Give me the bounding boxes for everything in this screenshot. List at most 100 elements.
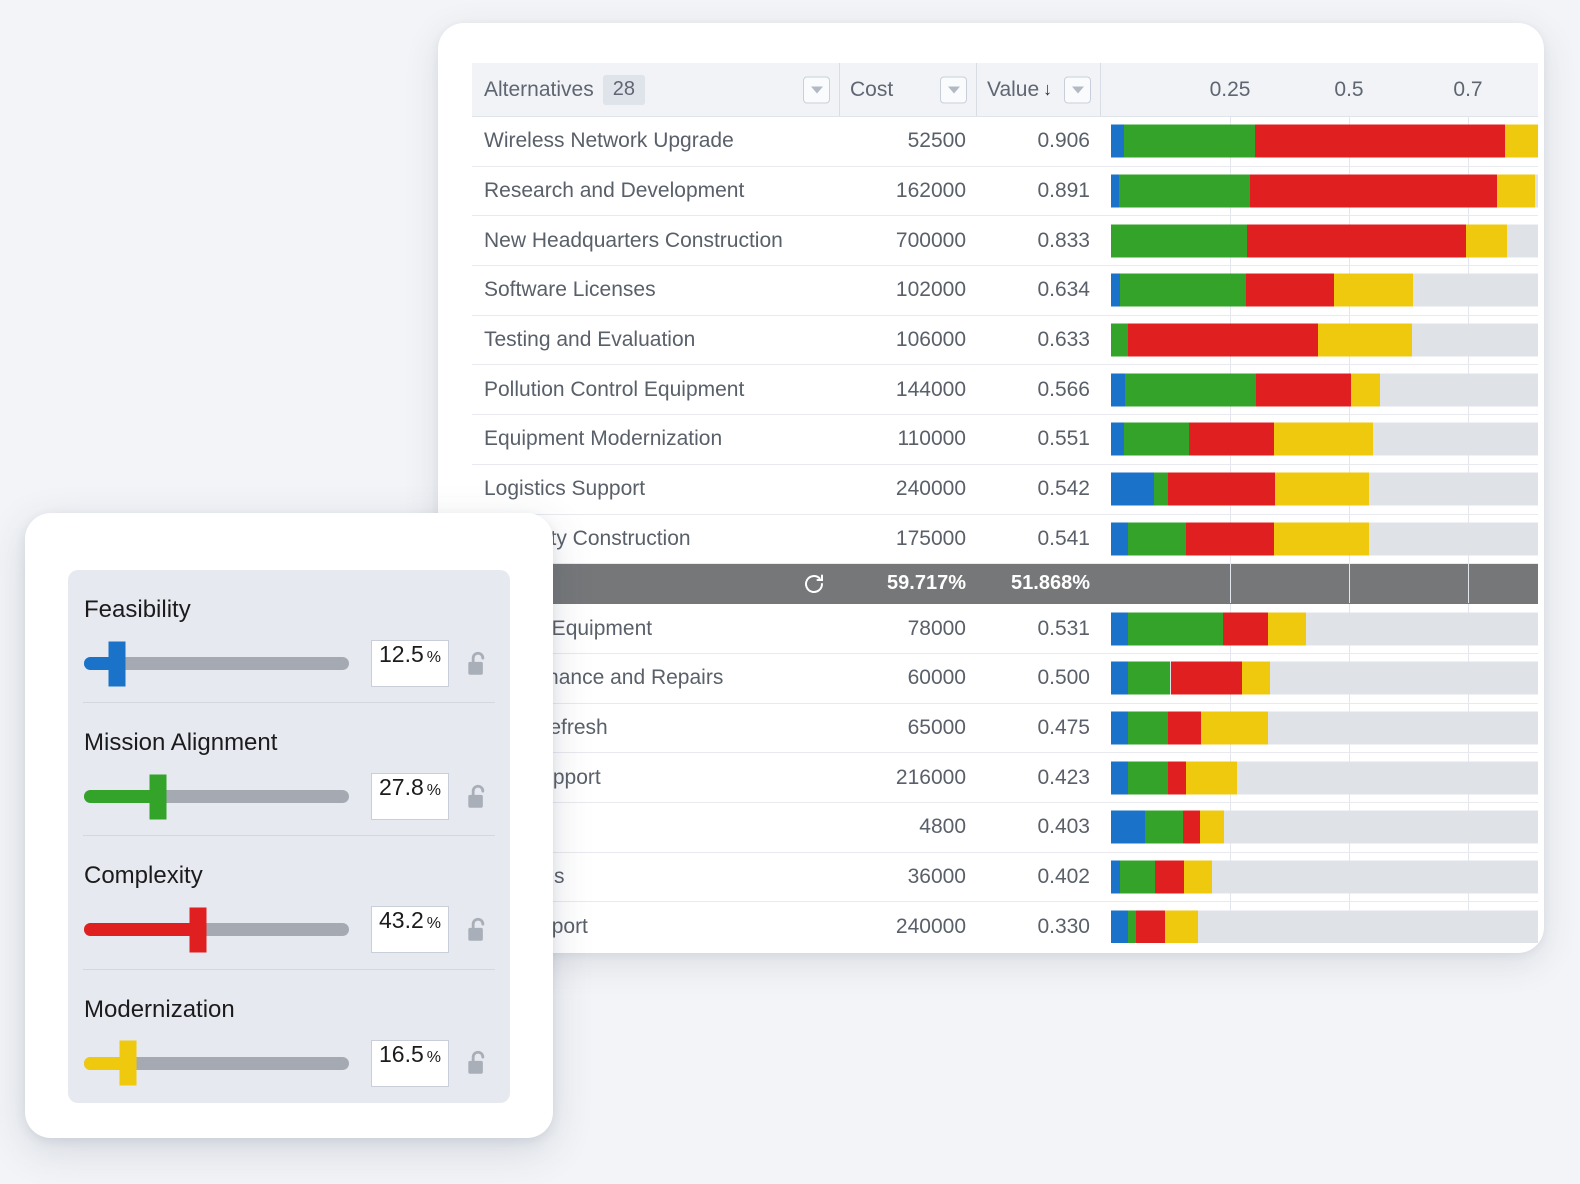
bar-segment-complexity xyxy=(1171,662,1242,695)
filter-alternatives-button[interactable] xyxy=(803,76,830,103)
bar-segment-feasibility xyxy=(1111,612,1128,645)
bar-segment-modernization xyxy=(1201,711,1268,744)
stacked-bar xyxy=(1111,324,1538,357)
cell-alternative-name: Wireless Network Upgrade xyxy=(472,129,840,153)
bar-segment-feasibility xyxy=(1111,811,1145,844)
bar-segment-modernization xyxy=(1165,910,1198,943)
table-row[interactable]: New Headquarters Construction7000000.833 xyxy=(472,216,1538,266)
weight-slider[interactable] xyxy=(84,1057,349,1070)
slider-thumb[interactable] xyxy=(149,774,166,819)
bar-segment-complexity xyxy=(1136,910,1165,943)
bar-segment-mission-alignment xyxy=(1128,711,1168,744)
stacked-bar xyxy=(1111,522,1538,555)
table-row[interactable]: Equipment Modernization1100000.551 xyxy=(472,415,1538,465)
bar-segment-modernization xyxy=(1186,761,1236,794)
axis-tick-label-2: 0.7 xyxy=(1453,78,1482,102)
stacked-bar xyxy=(1111,175,1538,208)
criterion-controls: 27.8% xyxy=(83,773,495,820)
filter-value-button[interactable] xyxy=(1064,76,1091,103)
bar-segment-complexity xyxy=(1186,522,1275,555)
chart-gridline xyxy=(1230,564,1231,603)
cell-value: 0.833 xyxy=(977,229,1101,253)
slider-thumb[interactable] xyxy=(109,641,126,686)
bar-segment-feasibility xyxy=(1111,910,1128,943)
bar-segment-mission-alignment xyxy=(1128,662,1171,695)
slider-thumb[interactable] xyxy=(190,907,207,952)
column-header-value[interactable]: Value ↓ xyxy=(977,63,1101,116)
bar-segment-complexity xyxy=(1128,324,1318,357)
weight-value-number: 43.2 xyxy=(379,907,424,934)
weight-value-input[interactable]: 27.8% xyxy=(371,773,449,820)
table-row[interactable]: Research and Development1620000.891 xyxy=(472,167,1538,217)
table-row[interactable]: Maintenance and Repairs600000.500 xyxy=(472,654,1538,704)
bar-segment-complexity xyxy=(1223,612,1268,645)
bar-segment-mission-alignment xyxy=(1120,274,1246,307)
unlock-icon[interactable] xyxy=(465,1049,491,1077)
chart-gridline xyxy=(1349,564,1350,603)
bar-segment-modernization xyxy=(1274,522,1368,555)
table-row[interactable]: Supplies360000.402 xyxy=(472,853,1538,903)
table-body: Wireless Network Upgrade525000.906Resear… xyxy=(472,117,1538,943)
unlock-icon[interactable] xyxy=(465,783,491,811)
bar-segment-modernization xyxy=(1505,125,1538,158)
weight-value-number: 27.8 xyxy=(379,774,424,801)
stacked-bar xyxy=(1111,910,1538,943)
slider-thumb[interactable] xyxy=(119,1041,136,1086)
bar-segment-feasibility xyxy=(1111,423,1124,456)
bar-segment-mission-alignment xyxy=(1145,811,1183,844)
refresh-icon[interactable] xyxy=(802,572,826,595)
weight-value-input[interactable]: 12.5% xyxy=(371,640,449,687)
stacked-bar xyxy=(1111,274,1538,307)
bar-segment-mission-alignment xyxy=(1111,224,1247,257)
bar-segment-modernization xyxy=(1200,811,1224,844)
weight-slider[interactable] xyxy=(84,790,349,803)
alternatives-table: Alternatives 28 Cost Value ↓ 0.250.50.7 … xyxy=(472,63,1538,943)
table-header-row: Alternatives 28 Cost Value ↓ 0.250.50.7 xyxy=(472,63,1538,117)
cell-cost: 162000 xyxy=(840,179,977,203)
weight-value-input[interactable]: 16.5% xyxy=(371,1040,449,1087)
column-header-alternatives[interactable]: Alternatives 28 xyxy=(472,63,840,116)
cell-value: 0.541 xyxy=(977,527,1101,551)
cell-cost: 65000 xyxy=(840,716,977,740)
table-row[interactable]: ecurity Equipment780000.531 xyxy=(472,604,1538,654)
unlock-icon[interactable] xyxy=(465,650,491,678)
table-row[interactable]: lesk Support2160000.423 xyxy=(472,753,1538,803)
table-row[interactable]: Testing and Evaluation1060000.633 xyxy=(472,316,1538,366)
cell-value: 0.566 xyxy=(977,378,1101,402)
cell-cost: 52500 xyxy=(840,129,977,153)
value-bar-chart-cell xyxy=(1101,316,1538,365)
bar-segment-mission-alignment xyxy=(1154,473,1168,506)
table-row[interactable]: Tech Refresh650000.475 xyxy=(472,704,1538,754)
table-row[interactable]: Software Licenses1020000.634 xyxy=(472,266,1538,316)
criterion-weight-group: Mission Alignment27.8% xyxy=(83,703,495,836)
cell-alternative-name: Pollution Control Equipment xyxy=(472,378,840,402)
stacked-bar xyxy=(1111,811,1538,844)
percent-symbol: % xyxy=(427,915,441,933)
table-row[interactable]: Wireless Network Upgrade525000.906 xyxy=(472,117,1538,167)
cell-cost: 78000 xyxy=(840,617,977,641)
cell-value: 0.542 xyxy=(977,477,1101,501)
column-header-cost[interactable]: Cost xyxy=(840,63,977,116)
cell-cost: 102000 xyxy=(840,278,977,302)
percent-symbol: % xyxy=(427,782,441,800)
weight-slider[interactable] xyxy=(84,923,349,936)
table-row[interactable]: Logistics Support2400000.542 xyxy=(472,465,1538,515)
selected-alternatives-summary-row[interactable]: natives59.717%51.868% xyxy=(472,564,1538,604)
filter-cost-button[interactable] xyxy=(940,76,967,103)
weight-value-input[interactable]: 43.2% xyxy=(371,906,449,953)
unlock-icon[interactable] xyxy=(465,916,491,944)
value-bar-chart-cell xyxy=(1101,853,1538,902)
bar-segment-feasibility xyxy=(1111,522,1128,555)
value-bar-chart-cell xyxy=(1101,465,1538,514)
value-bar-chart-cell xyxy=(1101,704,1538,753)
table-row[interactable]: tor Support2400000.330 xyxy=(472,902,1538,943)
table-row[interactable]: g Facility Construction1750000.541 xyxy=(472,515,1538,565)
cell-value: 0.633 xyxy=(977,328,1101,352)
table-row[interactable]: upplies48000.403 xyxy=(472,803,1538,853)
sort-descending-icon[interactable]: ↓ xyxy=(1043,79,1052,100)
cell-value: 0.500 xyxy=(977,666,1101,690)
weight-slider[interactable] xyxy=(84,657,349,670)
bar-segment-complexity xyxy=(1246,274,1334,307)
stacked-bar xyxy=(1111,711,1538,744)
table-row[interactable]: Pollution Control Equipment1440000.566 xyxy=(472,365,1538,415)
